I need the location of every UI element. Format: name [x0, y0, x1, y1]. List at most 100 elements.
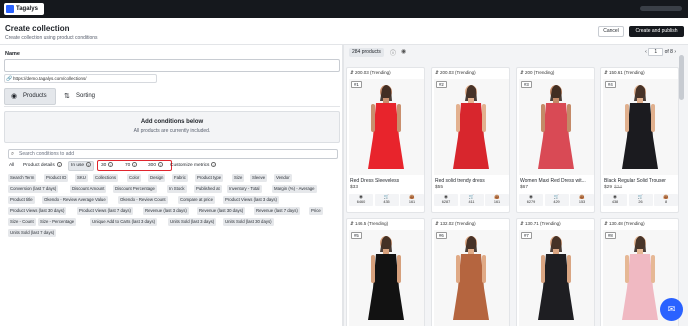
filter-in-use[interactable]: In use i [68, 161, 95, 171]
condition-chip[interactable]: Product Views (last 7 days) [77, 207, 133, 215]
range-option-300[interactable]: 300 i [148, 162, 164, 170]
condition-chip[interactable]: Discount Percentage [113, 185, 157, 193]
condition-chip[interactable]: Compare at price [178, 196, 215, 204]
condition-chip[interactable]: Fabric [172, 174, 188, 182]
condition-chip[interactable]: Inventory - Total [227, 185, 262, 193]
info-icon[interactable]: ⓘ [390, 48, 396, 57]
product-card[interactable]: ⇵ 130.71 (Trending) #7 [516, 218, 595, 326]
tab-products-label: Products [23, 93, 47, 99]
product-stats: ◉ 438 🛒 26 👜 8 [603, 194, 678, 206]
info-icon: i [132, 162, 138, 168]
condition-chip[interactable]: Product type [195, 174, 224, 182]
stat-cell: ◉ 6460 [349, 194, 373, 206]
price-value: $55 [435, 185, 444, 190]
range-option-30[interactable]: 30 i [101, 162, 114, 170]
condition-chip[interactable]: Product title [8, 196, 35, 204]
tab-sorting[interactable]: ⇅ Sorting [62, 88, 108, 105]
page-input[interactable]: 1 [648, 48, 664, 56]
product-stats: ◉ 6460 🛒 435 👜 161 [349, 194, 424, 206]
trend-score: ⇵ 146.5 (Trending) [350, 221, 388, 227]
filter-all[interactable]: All [9, 161, 14, 171]
condition-chip[interactable]: Published at [194, 185, 222, 193]
eye-icon[interactable]: ◉ [401, 48, 406, 55]
condition-chip[interactable]: Size - Count [8, 218, 36, 226]
condition-chip[interactable]: Size - Percentage [38, 218, 77, 226]
product-card[interactable]: ⇵ 200.03 (Trending) #2 Red solid trendy dr… [431, 67, 510, 213]
condition-chip[interactable]: Conversion (last 7 days) [8, 185, 59, 193]
condition-chip[interactable]: SKU [75, 174, 88, 182]
product-photo [538, 85, 574, 169]
cancel-button[interactable]: Cancel [598, 26, 624, 37]
condition-chip[interactable]: Discount Amount [70, 185, 107, 193]
product-card[interactable]: ⇵ 146.5 (Trending) #5 [346, 218, 425, 326]
condition-chip[interactable]: Okendo - Review Count [118, 196, 168, 204]
filter-customize-metrics[interactable]: Customize metrics i [170, 161, 217, 171]
condition-chip[interactable]: Units Sold (last 7 days) [8, 229, 57, 237]
condition-chip[interactable]: Unique Add to Carts (last 3 days) [90, 218, 158, 226]
condition-chip[interactable]: Units Sold (last 3 days) [168, 218, 217, 226]
stat-value: 6460 [356, 200, 366, 204]
products-icon: ◉ [11, 93, 18, 100]
condition-chip[interactable]: Revenue (last 3 days) [143, 207, 189, 215]
condition-chip[interactable]: In Stock [167, 185, 187, 193]
condition-chip[interactable]: Size [232, 174, 245, 182]
page-subtitle: Create collection using product conditio… [5, 35, 98, 41]
condition-chip[interactable]: Collections [93, 174, 119, 182]
condition-chip[interactable]: Color [127, 174, 142, 182]
chat-icon[interactable]: ✉ [660, 298, 683, 321]
condition-chip[interactable]: Vendor [274, 174, 292, 182]
stat-value: 411 [468, 200, 475, 204]
trend-score-text: 150.61 (Trending) [609, 70, 645, 75]
create-and-publish-button[interactable]: Create and publish [629, 26, 684, 37]
condition-chip[interactable]: Product Views (last 30 days) [8, 207, 67, 215]
product-name[interactable]: Black Regular Solid Trouser [604, 178, 677, 184]
stat-value: 6279 [526, 200, 536, 204]
product-stats: ◉ 6279 🛒 429 👜 153 [519, 194, 594, 206]
tab-products[interactable]: ◉ Products [4, 88, 56, 105]
search-icon: ⌕ [11, 151, 15, 157]
range-70-label: 70 [125, 163, 131, 168]
conditions-search-input[interactable]: ⌕ Search conditions to add [8, 149, 338, 159]
filter-product-details[interactable]: Product details i [23, 161, 62, 171]
trend-score-text: 200.03 (Trending) [355, 70, 391, 75]
stat-cell: 🛒 26 [628, 194, 653, 206]
top-bar: Tagalys [0, 0, 688, 18]
price-value: $67 [520, 185, 529, 190]
product-name[interactable]: Women Maxi Red Dress wit... [520, 178, 593, 184]
trend-score-text: 130.71 (Trending) [525, 221, 561, 226]
condition-chip[interactable]: Revenue (last 7 days) [254, 207, 300, 215]
condition-chip[interactable]: Search Term [8, 174, 37, 182]
product-card[interactable]: ⇵ 150.61 (Trending) #4 Black Regular Solid… [600, 67, 679, 213]
product-card[interactable]: ⇵ 132.02 (Trending) #6 [431, 218, 510, 326]
user-menu[interactable] [640, 6, 682, 11]
products-scrollbar[interactable] [679, 55, 684, 100]
condition-chip[interactable]: Margin (%) - Average [272, 185, 317, 193]
name-input[interactable] [4, 59, 340, 72]
product-count-badge: 284 products [349, 48, 384, 57]
conditions-title: Add conditions below [140, 119, 204, 125]
condition-chip[interactable]: Sleeve [250, 174, 268, 182]
range-option-70[interactable]: 70 i [125, 162, 138, 170]
product-price: $67 [520, 185, 528, 190]
stat-value: 153 [578, 200, 586, 204]
product-image: #2 [434, 79, 509, 175]
price-value: $33 [350, 185, 359, 190]
tagalys-logo[interactable]: Tagalys [4, 3, 44, 15]
condition-chip[interactable]: Revenue (last 30 days) [197, 207, 246, 215]
url-field[interactable]: 🔗 https://demo.tagalys.com/collections/ [4, 74, 157, 83]
product-name[interactable]: Red solid trendy dress [435, 178, 508, 184]
product-name[interactable]: Red Dress Sleeveless [350, 178, 423, 184]
condition-chip[interactable]: Price [309, 207, 323, 215]
trend-score: ⇵ 200.03 (Trending) [435, 70, 476, 76]
product-image: #3 [519, 79, 594, 175]
condition-chip[interactable]: Product ID [44, 174, 69, 182]
rank-badge: #3 [521, 81, 532, 88]
next-page-icon[interactable]: › [674, 49, 676, 55]
condition-chip[interactable]: Design [148, 174, 166, 182]
product-card[interactable]: ⇵ 200.03 (Trending) #1 Red Dress Sleeveles… [346, 67, 425, 213]
condition-chip[interactable]: Units Sold (last 30 days) [223, 218, 274, 226]
stat-cell: ◉ 6279 [519, 194, 543, 206]
condition-chip[interactable]: Product Views (last 3 days) [223, 196, 279, 204]
condition-chip[interactable]: Okendo - Review Average Value [42, 196, 108, 204]
product-card[interactable]: ⇵ 200 (Trending) #3 Women Maxi Red Dress w… [516, 67, 595, 213]
